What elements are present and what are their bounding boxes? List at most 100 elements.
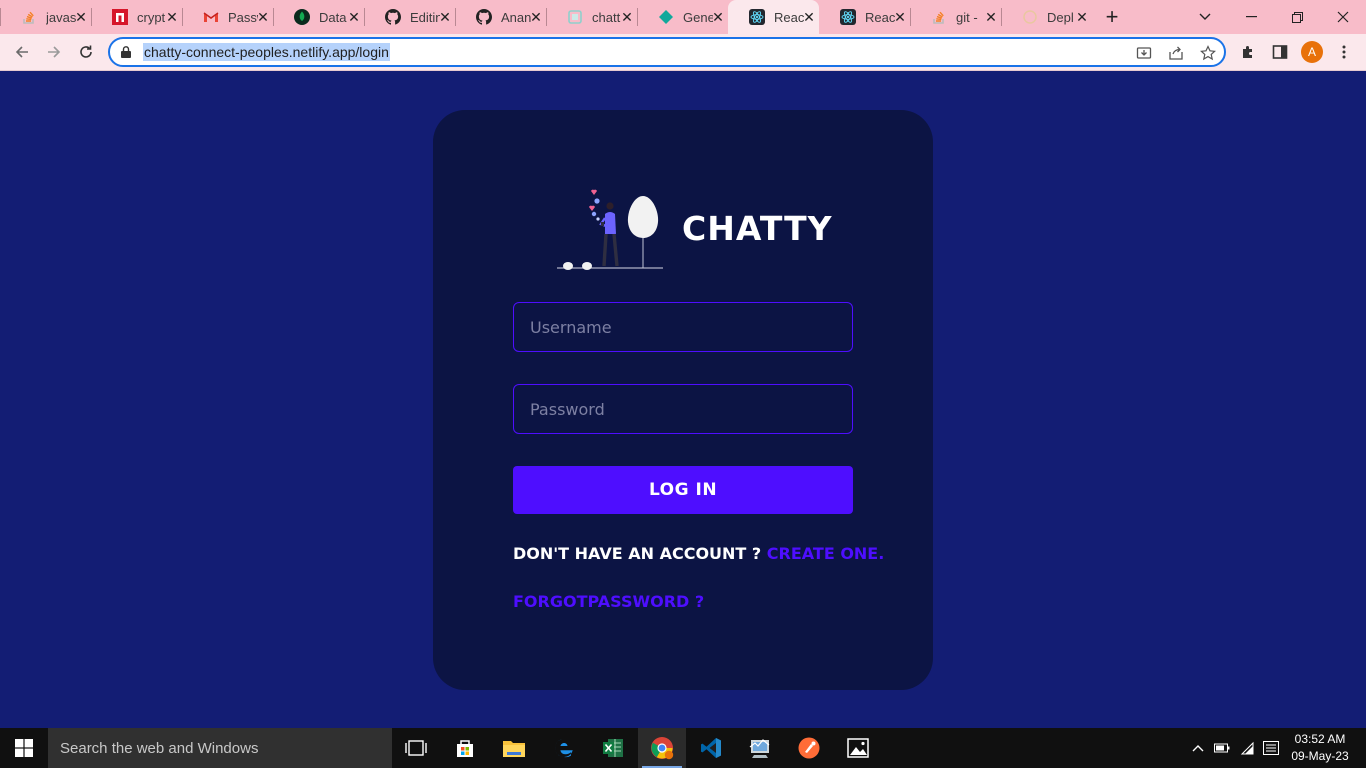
- tab-search-button[interactable]: [1182, 0, 1228, 34]
- store-app[interactable]: [441, 728, 489, 768]
- postman-app[interactable]: [785, 728, 833, 768]
- password-input[interactable]: [513, 384, 853, 434]
- excel-app[interactable]: [589, 728, 637, 768]
- tab-separator: [1001, 8, 1002, 26]
- page-content: CHATTY LOG IN DON'T HAVE AN ACCOUNT ? CR…: [0, 71, 1366, 728]
- forward-button[interactable]: [40, 38, 68, 66]
- tab-title: Anan: [501, 9, 531, 25]
- close-icon[interactable]: ✕: [73, 9, 89, 25]
- more-menu-icon[interactable]: [1334, 42, 1354, 62]
- github-icon: [476, 9, 492, 25]
- taskbar-search[interactable]: Search the web and Windows: [48, 728, 392, 768]
- tab-9-active[interactable]: Reac ✕: [728, 0, 819, 34]
- gmail-icon: [203, 9, 219, 25]
- tab-8[interactable]: Gene ✕: [637, 0, 728, 34]
- close-icon[interactable]: ✕: [437, 9, 453, 25]
- tab-separator: [546, 8, 547, 26]
- profile-avatar[interactable]: A: [1301, 41, 1323, 63]
- reload-button[interactable]: [72, 38, 100, 66]
- brand: CHATTY: [555, 186, 833, 270]
- lock-icon[interactable]: [121, 45, 133, 59]
- tab-separator: [637, 8, 638, 26]
- extensions-icon[interactable]: [1238, 42, 1258, 62]
- close-icon[interactable]: ✕: [983, 9, 999, 25]
- excel-icon: [603, 739, 623, 757]
- close-icon[interactable]: ✕: [255, 9, 271, 25]
- close-icon: [1337, 11, 1349, 23]
- minimize-icon: [1245, 16, 1257, 18]
- new-tab-button[interactable]: +: [1094, 0, 1130, 34]
- tab-11[interactable]: git - ✕: [910, 0, 1001, 34]
- file-explorer-app[interactable]: [490, 728, 538, 768]
- close-window-button[interactable]: [1320, 0, 1366, 34]
- login-button[interactable]: LOG IN: [513, 466, 853, 514]
- tab-title: Data: [319, 9, 347, 25]
- brand-name: CHATTY: [682, 208, 833, 248]
- login-card: CHATTY LOG IN DON'T HAVE AN ACCOUNT ? CR…: [433, 110, 933, 690]
- address-bar[interactable]: chatty-connect-peoples.netlify.app/login: [108, 37, 1226, 67]
- red-n-icon: [112, 9, 128, 25]
- tab-7[interactable]: chatt ✕: [546, 0, 637, 34]
- notifications-icon[interactable]: [1262, 739, 1280, 757]
- tab-1[interactable]: javas ✕: [0, 0, 91, 34]
- arrow-left-icon: [15, 46, 28, 58]
- tab-10[interactable]: Reac ✕: [819, 0, 910, 34]
- control-panel-app[interactable]: [736, 728, 784, 768]
- store-icon: [457, 740, 473, 757]
- share-icon[interactable]: [1166, 43, 1186, 63]
- tab-title: Editin: [410, 9, 440, 25]
- tab-strip: javas ✕ crypt ✕ Passw ✕ Data ✕ Editin ✕: [0, 0, 1366, 34]
- close-icon[interactable]: ✕: [710, 9, 726, 25]
- url-text[interactable]: chatty-connect-peoples.netlify.app/login: [143, 43, 390, 61]
- vscode-app[interactable]: [687, 728, 735, 768]
- system-clock[interactable]: 03:52 AM 09-May-23: [1284, 731, 1356, 765]
- mongodb-icon: [294, 9, 310, 25]
- side-panel-icon[interactable]: [1270, 42, 1290, 62]
- wifi-icon[interactable]: [1238, 739, 1256, 757]
- photos-app[interactable]: [834, 728, 882, 768]
- close-icon[interactable]: ✕: [619, 9, 635, 25]
- vscode-icon: [701, 738, 721, 758]
- restore-button[interactable]: [1274, 0, 1320, 34]
- tab-title: Gene: [683, 9, 713, 25]
- chrome-app[interactable]: [638, 728, 686, 768]
- username-input[interactable]: [513, 302, 853, 352]
- battery-icon[interactable]: [1213, 739, 1231, 757]
- chevron-up-icon[interactable]: [1189, 739, 1207, 757]
- clock-date: 09-May-23: [1291, 749, 1349, 763]
- create-account-link[interactable]: CREATE ONE.: [767, 544, 885, 563]
- signup-prompt: DON'T HAVE AN ACCOUNT ? CREATE ONE.: [513, 544, 884, 563]
- tab-title: chatt: [592, 9, 621, 25]
- tab-5[interactable]: Editin ✕: [364, 0, 455, 34]
- tab-4[interactable]: Data ✕: [273, 0, 364, 34]
- tab-6[interactable]: Anan ✕: [455, 0, 546, 34]
- start-button[interactable]: [0, 728, 48, 768]
- close-icon[interactable]: ✕: [528, 9, 544, 25]
- close-icon[interactable]: ✕: [346, 9, 362, 25]
- star-icon[interactable]: [1198, 43, 1218, 63]
- close-icon[interactable]: ✕: [164, 9, 180, 25]
- stackoverflow-icon: [931, 9, 947, 25]
- control-panel-icon: [749, 739, 770, 758]
- tab-separator: [364, 8, 365, 26]
- tab-title: Depl: [1047, 9, 1074, 25]
- tab-2[interactable]: crypt ✕: [91, 0, 182, 34]
- photos-icon: [847, 738, 869, 758]
- tab-12[interactable]: Depl ✕: [1001, 0, 1092, 34]
- edge-app[interactable]: [540, 728, 588, 768]
- close-icon[interactable]: ✕: [801, 9, 817, 25]
- chrome-icon: [651, 737, 674, 760]
- close-icon[interactable]: ✕: [1074, 9, 1090, 25]
- minimize-button[interactable]: [1228, 0, 1274, 34]
- close-icon[interactable]: ✕: [892, 9, 908, 25]
- tab-3[interactable]: Passw ✕: [182, 0, 273, 34]
- task-view-button[interactable]: [392, 728, 440, 768]
- tab-title: javas: [46, 9, 76, 25]
- back-button[interactable]: [8, 38, 36, 66]
- reload-icon: [80, 45, 92, 58]
- tab-title: Reac: [865, 9, 895, 25]
- react-icon: [749, 9, 765, 25]
- tab-separator: [455, 8, 456, 26]
- forgot-password-link[interactable]: FORGOTPASSWORD ?: [513, 592, 704, 611]
- install-icon[interactable]: [1134, 43, 1154, 63]
